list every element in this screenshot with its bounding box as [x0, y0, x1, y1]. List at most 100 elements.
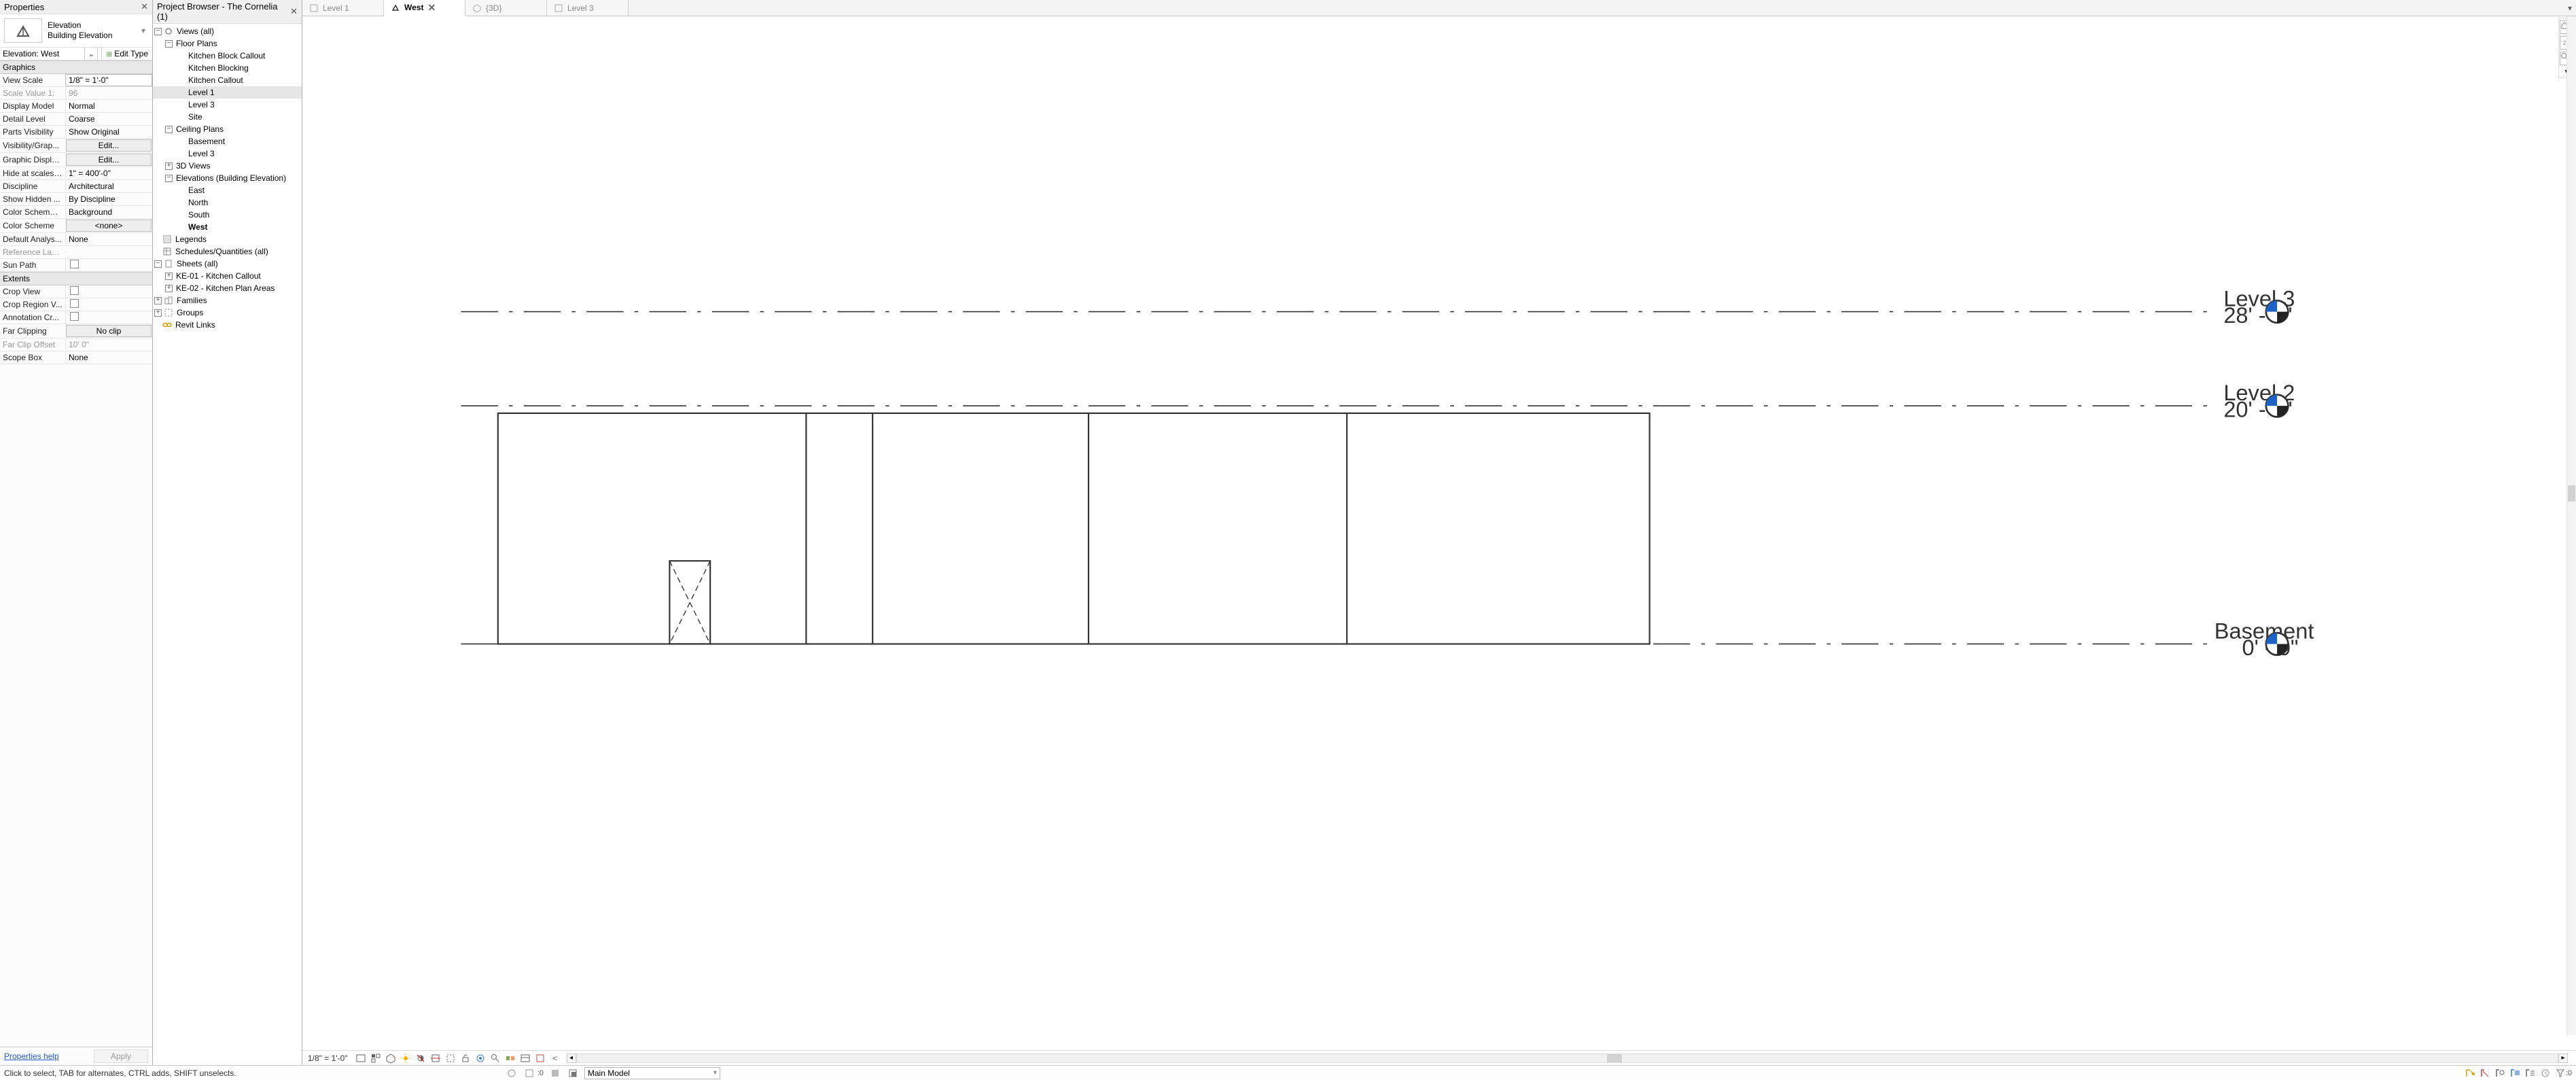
sun-path-checkbox[interactable]: [65, 259, 152, 271]
worksharing-icon[interactable]: [504, 1052, 516, 1064]
tree-item-elevations[interactable]: −Elevations (Building Elevation): [153, 172, 302, 184]
drawing-canvas[interactable]: Level 3 28' - 6" Level 2 20' - 0" Baseme…: [302, 16, 2576, 1050]
edit-type-button[interactable]: ⊞ Edit Type: [101, 48, 152, 60]
tree-item-families[interactable]: +Families: [153, 294, 302, 307]
crop-view-checkbox[interactable]: [65, 285, 152, 298]
tree-item[interactable]: +KE-02 - Kitchen Plan Areas: [153, 282, 302, 294]
tree-item[interactable]: Level 3: [153, 147, 302, 160]
tab-level3[interactable]: Level 3: [547, 0, 629, 16]
annotation-crop-checkbox[interactable]: [65, 311, 152, 324]
parts-visibility-value[interactable]: Show Original: [65, 126, 152, 137]
properties-help-link[interactable]: Properties help: [4, 1051, 59, 1061]
tab-3d[interactable]: {3D}: [465, 0, 547, 16]
crop-view-icon[interactable]: [429, 1052, 442, 1064]
far-clipping-button[interactable]: No clip: [66, 325, 152, 337]
tree-item[interactable]: Kitchen Block Callout: [153, 50, 302, 62]
view-scale-display[interactable]: 1/8" = 1'-0": [308, 1053, 348, 1063]
color-scheme-loc-value[interactable]: Background: [65, 207, 152, 217]
tree-item[interactable]: Kitchen Callout: [153, 74, 302, 86]
chevron-left-icon[interactable]: <: [549, 1052, 561, 1064]
temp-view-props-icon[interactable]: [519, 1052, 531, 1064]
tree-item[interactable]: Site: [153, 111, 302, 123]
tree-item-revit-links[interactable]: Revit Links: [153, 319, 302, 331]
collapse-icon[interactable]: −: [165, 126, 173, 133]
tree-item-sheets[interactable]: −Sheets (all): [153, 258, 302, 270]
default-analysis-value[interactable]: None: [65, 234, 152, 245]
design-options-combo[interactable]: Main Model ▾: [584, 1067, 720, 1079]
view-scale-value[interactable]: 1/8" = 1'-0": [65, 74, 152, 86]
close-icon[interactable]: ✕: [141, 1, 148, 12]
discipline-value[interactable]: Architectural: [65, 181, 152, 192]
detail-level-icon[interactable]: [370, 1052, 382, 1064]
project-browser-tree[interactable]: −Views (all) −Floor Plans Kitchen Block …: [153, 24, 302, 1065]
close-icon[interactable]: ✕: [427, 2, 436, 14]
tree-item[interactable]: +KE-01 - Kitchen Callout: [153, 270, 302, 282]
tree-item[interactable]: North: [153, 196, 302, 209]
collapse-icon[interactable]: −: [154, 28, 162, 35]
visibility-graphics-button[interactable]: Edit...: [66, 139, 152, 152]
select-face-toggle-icon[interactable]: [2509, 1067, 2522, 1079]
instance-name[interactable]: Elevation: West: [0, 48, 84, 60]
design-options-icon[interactable]: [567, 1067, 579, 1079]
vertical-scrollbar[interactable]: [2566, 16, 2576, 1035]
tree-item-level1[interactable]: Level 1: [153, 86, 302, 99]
crop-region-checkbox[interactable]: [65, 298, 152, 311]
drag-elements-toggle-icon[interactable]: [2524, 1067, 2537, 1079]
scroll-right-icon[interactable]: ▸: [2558, 1053, 2568, 1063]
worksets-icon[interactable]: [506, 1067, 518, 1079]
tab-west[interactable]: West ✕: [384, 0, 465, 16]
select-underlay-toggle-icon[interactable]: [2480, 1067, 2492, 1079]
color-scheme-button[interactable]: <none>: [66, 220, 152, 232]
expand-icon[interactable]: +: [165, 273, 173, 280]
tabs-overflow-icon[interactable]: ▾: [2568, 3, 2572, 13]
model-graphics-icon[interactable]: [355, 1052, 367, 1064]
close-icon[interactable]: ✕: [290, 6, 298, 17]
properties-list[interactable]: Graphics View Scale1/8" = 1'-0" Scale Va…: [0, 60, 152, 1047]
expand-icon[interactable]: +: [154, 309, 162, 317]
tree-item[interactable]: Kitchen Blocking: [153, 62, 302, 74]
shadows-icon[interactable]: [414, 1052, 427, 1064]
tree-item[interactable]: Basement: [153, 135, 302, 147]
tree-item-legends[interactable]: Legends: [153, 233, 302, 245]
expand-icon[interactable]: +: [154, 297, 162, 304]
tab-level1[interactable]: Level 1: [302, 0, 384, 16]
tree-item-west[interactable]: West: [153, 221, 302, 233]
crop-region-icon[interactable]: [444, 1052, 457, 1064]
collapse-icon[interactable]: −: [165, 175, 173, 182]
collapse-icon[interactable]: −: [165, 40, 173, 48]
background-jobs-icon[interactable]: [2539, 1067, 2552, 1079]
tree-item-views[interactable]: −Views (all): [153, 25, 302, 37]
select-links-toggle-icon[interactable]: [2465, 1067, 2477, 1079]
instance-dropdown-icon[interactable]: ⌄: [84, 48, 97, 60]
tree-item-schedules[interactable]: Schedules/Quantities (all): [153, 245, 302, 258]
reveal-constraints-icon[interactable]: [534, 1052, 546, 1064]
sun-path-icon[interactable]: [400, 1052, 412, 1064]
hide-at-scales-value[interactable]: 1" = 400'-0": [65, 168, 152, 179]
unlock-icon[interactable]: [459, 1052, 472, 1064]
filter-icon[interactable]: [2554, 1067, 2566, 1079]
browser-title-bar[interactable]: Project Browser - The Cornelia (1) ✕: [153, 0, 302, 24]
tree-item[interactable]: South: [153, 209, 302, 221]
type-selector[interactable]: Elevation Building Elevation ▾: [0, 14, 152, 48]
tree-item[interactable]: Level 3: [153, 99, 302, 111]
temp-hide-icon[interactable]: [474, 1052, 487, 1064]
graphic-display-button[interactable]: Edit...: [66, 154, 152, 166]
expand-icon[interactable]: +: [165, 162, 173, 170]
select-links-icon[interactable]: [523, 1067, 535, 1079]
visual-style-icon[interactable]: [385, 1052, 397, 1064]
tree-item-ceiling-plans[interactable]: −Ceiling Plans: [153, 123, 302, 135]
scope-box-value[interactable]: None: [65, 352, 152, 363]
chevron-down-icon[interactable]: ▾: [139, 26, 148, 35]
editable-only-icon[interactable]: [549, 1067, 561, 1079]
display-model-value[interactable]: Normal: [65, 101, 152, 111]
tree-item-groups[interactable]: +Groups: [153, 307, 302, 319]
reveal-hidden-icon[interactable]: [489, 1052, 501, 1064]
show-hidden-value[interactable]: By Discipline: [65, 194, 152, 205]
horizontal-scrollbar[interactable]: ◂ ▸: [567, 1053, 2568, 1063]
collapse-icon[interactable]: −: [154, 260, 162, 268]
properties-title-bar[interactable]: Properties ✕: [0, 0, 152, 14]
tree-item[interactable]: East: [153, 184, 302, 196]
detail-level-value[interactable]: Coarse: [65, 114, 152, 124]
expand-icon[interactable]: +: [165, 285, 173, 292]
tree-item-3d-views[interactable]: +3D Views: [153, 160, 302, 172]
